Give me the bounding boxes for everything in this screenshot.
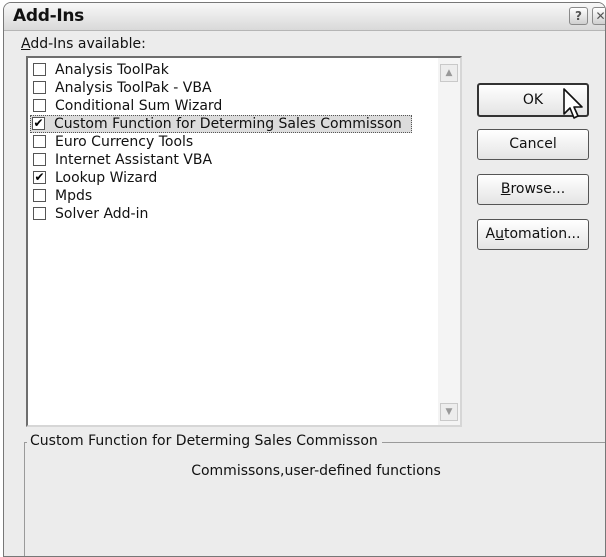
- add-ins-dialog: Add-Ins ? ✕ Add-Ins available: Analysis …: [3, 2, 606, 557]
- add-in-item[interactable]: Analysis ToolPak: [31, 61, 436, 79]
- add-in-label: Solver Add-in: [55, 206, 149, 222]
- add-ins-list[interactable]: Analysis ToolPak Analysis ToolPak - VBA Co…: [26, 56, 462, 427]
- add-in-label: Custom Function for Determing Sales Comm…: [54, 116, 402, 132]
- add-in-label: Conditional Sum Wizard: [55, 98, 223, 114]
- add-in-checkbox[interactable]: [33, 63, 46, 76]
- scroll-up-icon: ▲: [445, 68, 453, 78]
- add-in-label: Analysis ToolPak: [55, 62, 169, 78]
- dialog-title: Add-Ins: [13, 6, 84, 26]
- browse-label: rowse...: [510, 181, 566, 197]
- add-in-checkbox[interactable]: [33, 189, 46, 202]
- automation-button[interactable]: Automation...: [477, 219, 589, 250]
- scroll-down-icon: ▼: [445, 407, 453, 417]
- add-in-item[interactable]: Mpds: [31, 187, 436, 205]
- add-in-item[interactable]: Analysis ToolPak - VBA: [31, 79, 436, 97]
- description-title: Custom Function for Determing Sales Comm…: [27, 433, 382, 449]
- add-in-checkbox[interactable]: [33, 81, 46, 94]
- title-bar[interactable]: Add-Ins ? ✕: [4, 3, 605, 31]
- list-scrollbar[interactable]: ▲ ▼: [438, 58, 460, 425]
- add-in-label: Internet Assistant VBA: [55, 152, 213, 168]
- mouse-pointer-icon: [563, 88, 583, 119]
- automation-label-start: A: [485, 226, 496, 242]
- help-button[interactable]: ?: [569, 7, 588, 25]
- add-in-checkbox[interactable]: ✔: [32, 117, 45, 130]
- help-icon: ?: [575, 9, 582, 23]
- add-in-checkbox[interactable]: ✔: [33, 171, 46, 184]
- ok-label: OK: [522, 92, 544, 108]
- cancel-label: Cancel: [509, 136, 557, 152]
- add-in-item[interactable]: ✔ Custom Function for Determing Sales Com…: [30, 115, 412, 133]
- add-ins-available-label: Add-Ins available:: [21, 36, 146, 52]
- cancel-button[interactable]: Cancel: [477, 129, 589, 160]
- close-button[interactable]: ✕: [592, 7, 606, 25]
- close-icon: ✕: [595, 9, 606, 23]
- label-text: dd-Ins available:: [30, 36, 146, 52]
- add-in-checkbox[interactable]: [33, 99, 46, 112]
- automation-mnemonic: u: [495, 226, 504, 242]
- add-in-checkbox[interactable]: [33, 135, 46, 148]
- browse-button[interactable]: Browse...: [477, 174, 589, 205]
- add-ins-items: Analysis ToolPak Analysis ToolPak - VBA Co…: [30, 61, 436, 223]
- add-in-label: Mpds: [55, 188, 93, 204]
- add-in-item[interactable]: Solver Add-in: [31, 205, 436, 223]
- add-in-label: Analysis ToolPak - VBA: [55, 80, 212, 96]
- description-text: Commissons,user-defined functions: [191, 463, 441, 479]
- browse-mnemonic: B: [500, 181, 511, 197]
- add-in-item[interactable]: Conditional Sum Wizard: [31, 97, 436, 115]
- add-in-item[interactable]: Internet Assistant VBA: [31, 151, 436, 169]
- label-mnemonic: A: [21, 36, 31, 52]
- scroll-down-button[interactable]: ▼: [440, 403, 458, 421]
- scroll-up-button[interactable]: ▲: [440, 64, 458, 82]
- add-in-item[interactable]: Euro Currency Tools: [31, 133, 436, 151]
- add-in-description-group: Custom Function for Determing Sales Comm…: [24, 433, 605, 556]
- automation-label-end: tomation...: [504, 226, 581, 242]
- add-in-checkbox[interactable]: [33, 207, 46, 220]
- add-in-label: Lookup Wizard: [55, 170, 158, 186]
- add-in-item[interactable]: ✔ Lookup Wizard: [31, 169, 436, 187]
- add-in-label: Euro Currency Tools: [55, 134, 194, 150]
- add-in-checkbox[interactable]: [33, 153, 46, 166]
